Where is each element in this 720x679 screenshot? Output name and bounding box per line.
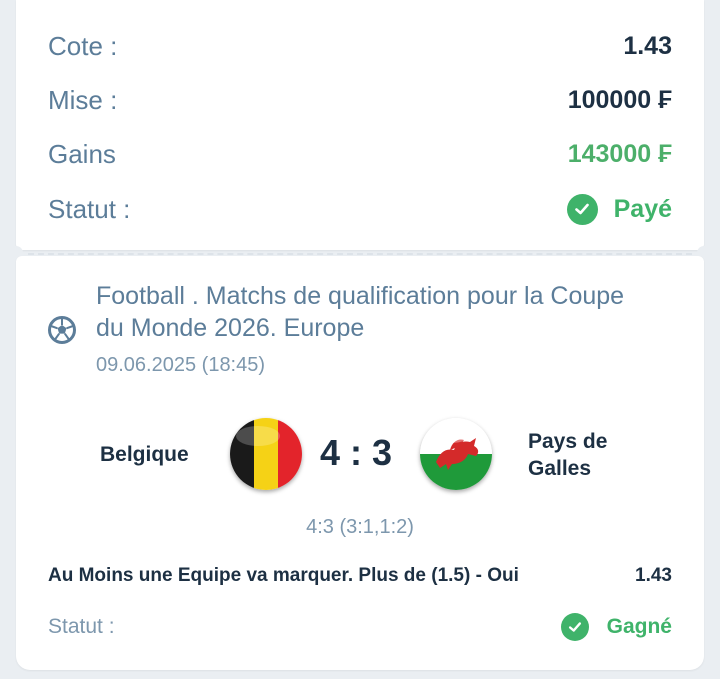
stake-value: 100000 ₣ xyxy=(567,85,672,114)
check-circle-icon xyxy=(560,613,589,641)
wales-flag-icon xyxy=(420,418,492,490)
bet-status: Gagné xyxy=(560,613,672,641)
odds-row: Cote : 1.43 xyxy=(48,26,672,66)
odds-value: 1.43 xyxy=(623,31,672,60)
bet-odds: 1.43 xyxy=(635,565,672,586)
winnings-value: 143000 ₣ xyxy=(567,139,672,168)
football-icon xyxy=(48,316,76,344)
away-team-name: Pays de Galles xyxy=(528,430,608,480)
home-team-name: Belgique xyxy=(100,443,189,466)
event-date: 09.06.2025 (18:45) xyxy=(96,354,266,376)
score-detail: 4:3 (3:1,1:2) xyxy=(306,516,414,538)
bet-status-label: Statut : xyxy=(48,615,115,638)
stake-row: Mise : 100000 ₣ xyxy=(48,80,672,120)
stake-label: Mise : xyxy=(48,84,118,115)
payment-status-label: Statut : xyxy=(48,193,131,224)
payment-status-value: Payé xyxy=(613,194,672,223)
belgium-flag-icon xyxy=(230,418,302,490)
bet-status-value: Gagné xyxy=(606,615,672,638)
bet-selection: Au Moins une Equipe va marquer. Plus de … xyxy=(48,565,519,586)
odds-label: Cote : xyxy=(48,30,118,61)
check-circle-icon xyxy=(566,193,598,225)
ticket-tear-divider xyxy=(28,253,692,255)
winnings-label: Gains xyxy=(48,138,116,169)
bet-status-row: Statut : Gagné xyxy=(48,610,672,644)
payment-status: Payé xyxy=(566,193,672,225)
payment-status-row: Statut : Payé xyxy=(48,189,672,229)
bet-selection-row: Au Moins une Equipe va marquer. Plus de … xyxy=(48,565,672,587)
match-score: 4 : 3 xyxy=(320,432,393,473)
winnings-row: Gains 143000 ₣ xyxy=(48,134,672,174)
event-title[interactable]: Football . Matchs de qualification pour … xyxy=(96,280,656,344)
